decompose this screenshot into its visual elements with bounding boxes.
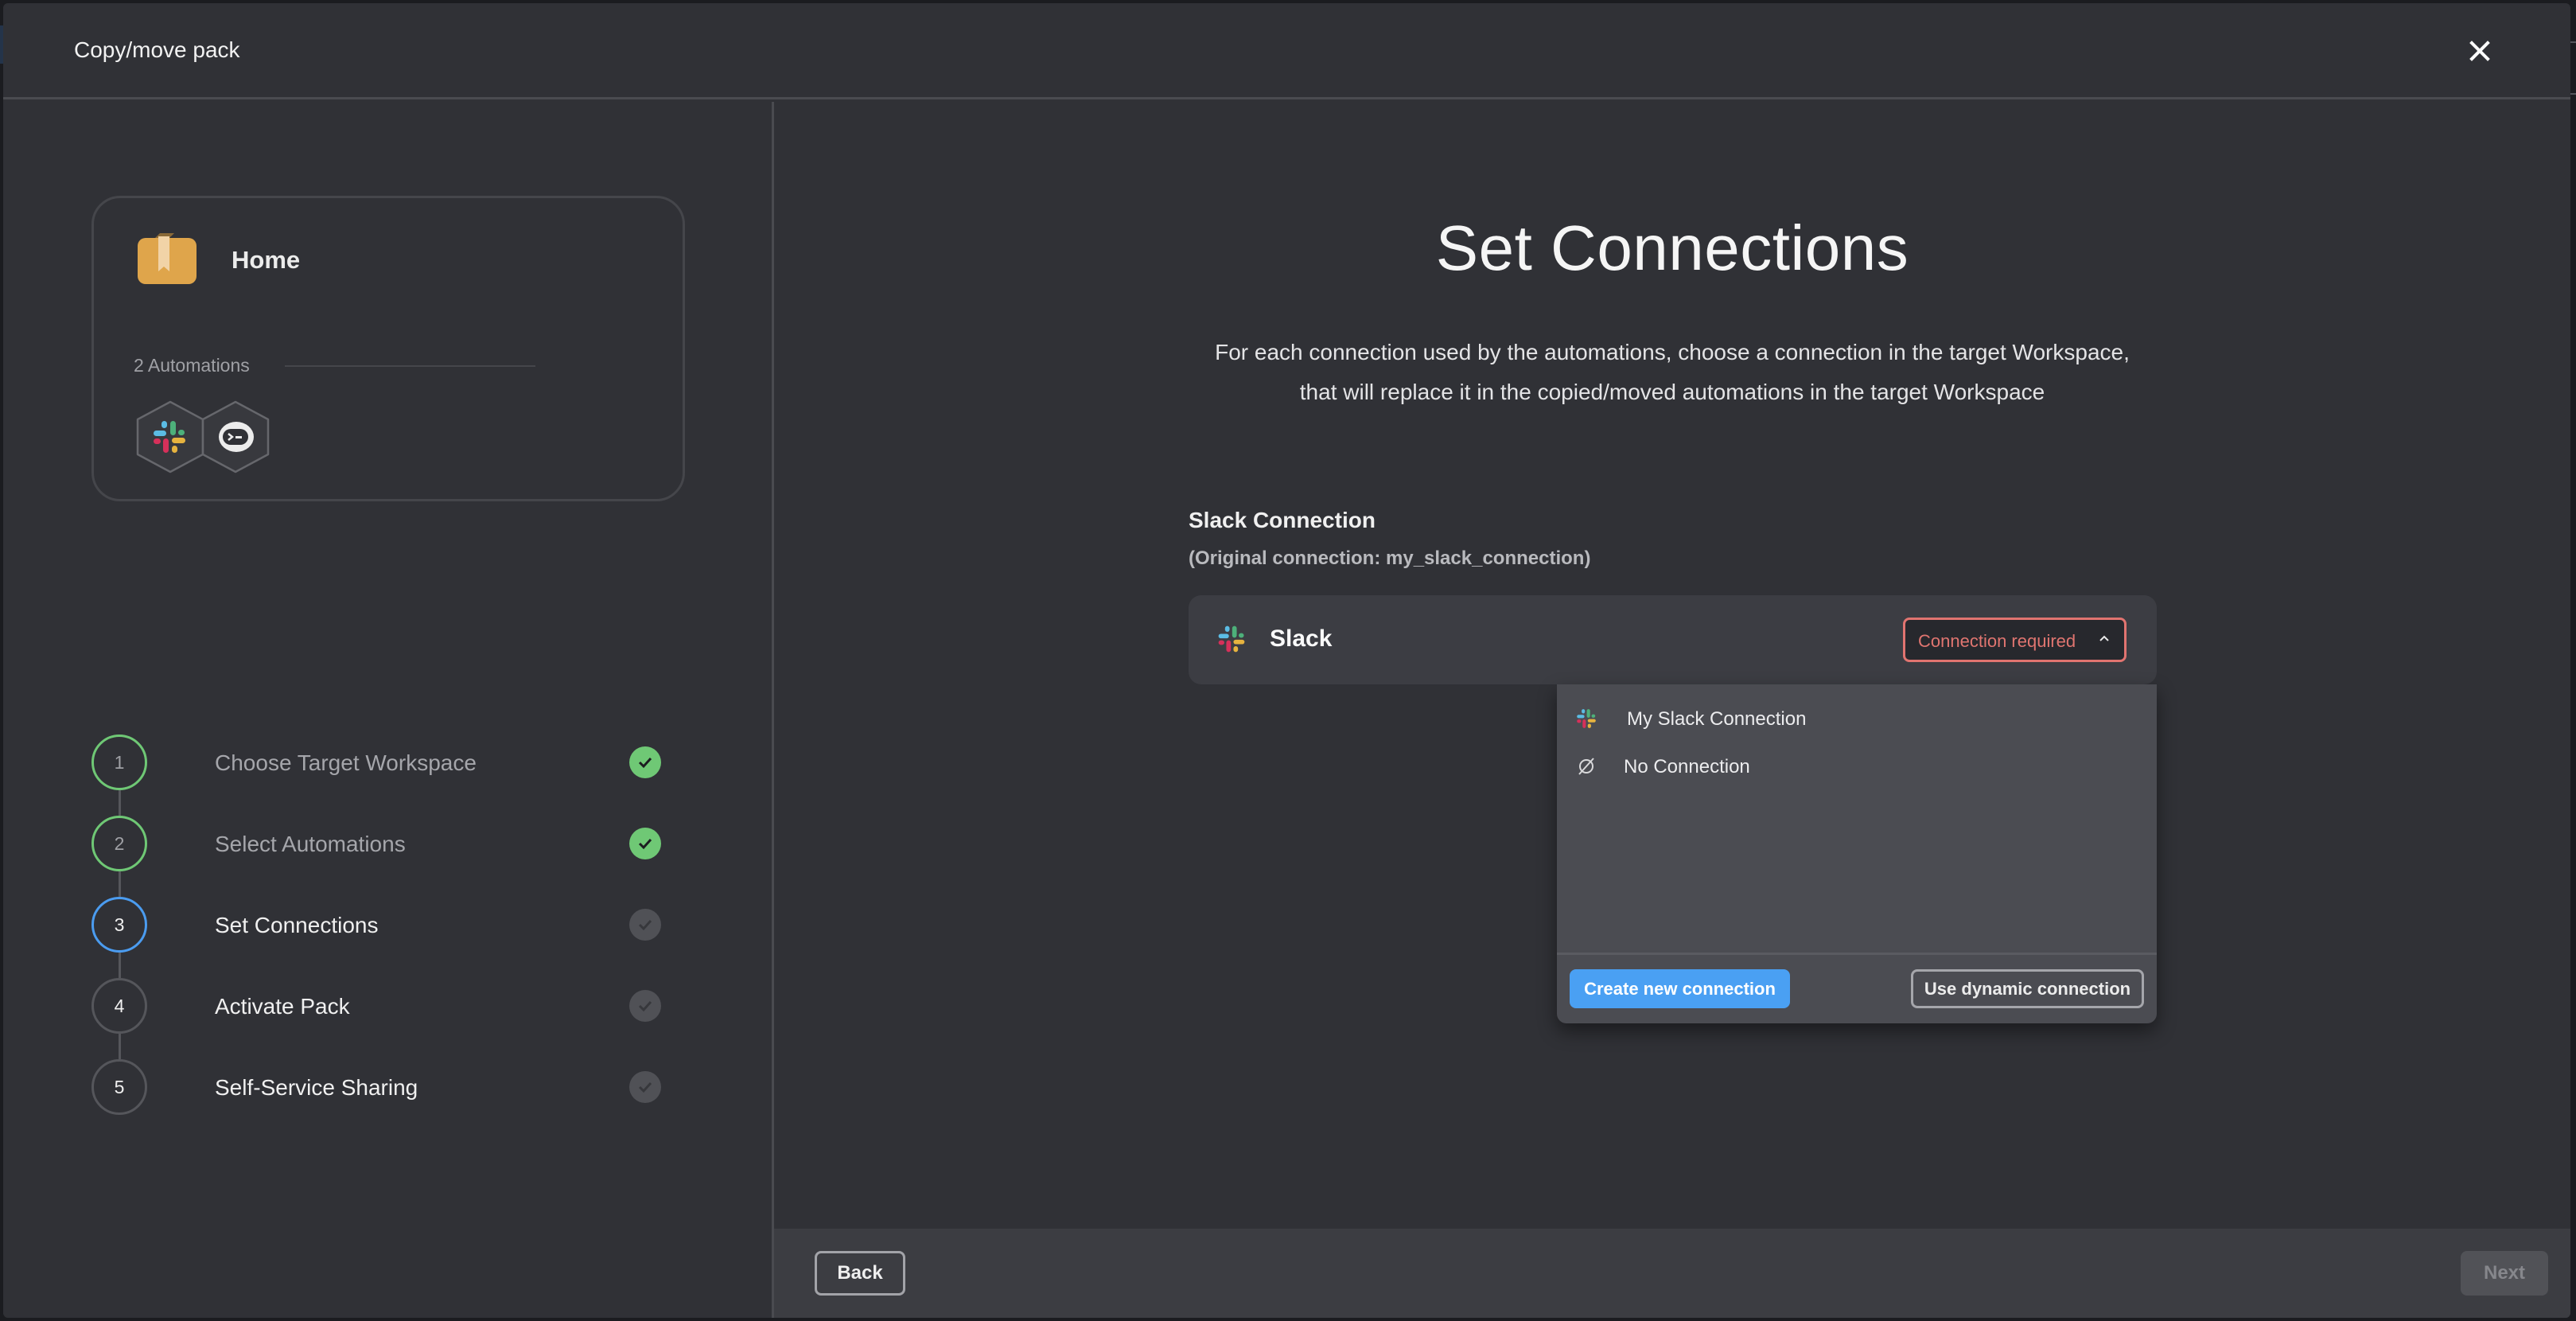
original-connection-label: (Original connection: my_slack_connectio… xyxy=(1189,547,1591,569)
check-icon xyxy=(629,990,661,1022)
step-label: Self-Service Sharing xyxy=(215,1075,418,1100)
description-line: For each connection used by the automati… xyxy=(1215,340,2130,364)
check-icon xyxy=(629,828,661,859)
description-line: that will replace it in the copied/moved… xyxy=(1299,380,2045,404)
connection-row: Slack Connection required xyxy=(1189,595,2157,684)
step-set-connections[interactable]: 3 Set Connections xyxy=(91,897,672,953)
service-name: Slack xyxy=(1270,625,1333,652)
check-icon xyxy=(629,909,661,941)
slack-icon xyxy=(154,421,185,453)
empty-set-icon xyxy=(1578,758,1594,775)
close-icon xyxy=(2469,41,2490,61)
check-icon xyxy=(629,1071,661,1103)
step-label: Select Automations xyxy=(215,832,406,856)
dropdown-divider xyxy=(1557,953,2157,955)
page-description: For each connection used by the automati… xyxy=(774,333,2570,412)
step-select-automations[interactable]: 2 Select Automations xyxy=(91,816,672,871)
automation-icons xyxy=(136,400,279,473)
wizard-content: Set Connections For each connection used… xyxy=(774,102,2570,1318)
step-number: 1 xyxy=(91,735,147,790)
step-connector xyxy=(119,790,121,816)
connection-select[interactable]: Connection required xyxy=(1903,618,2127,662)
modal-header: Copy/move pack xyxy=(3,3,2570,99)
wizard-sidebar: Home 2 Automations 1 Choose Target Works… xyxy=(3,102,772,1318)
connection-select-value: Connection required xyxy=(1918,631,2076,651)
option-label: My Slack Connection xyxy=(1627,708,1807,730)
page-title: Set Connections xyxy=(1435,212,1909,283)
pack-name: Home xyxy=(232,246,301,274)
background-app-divider xyxy=(2570,41,2576,43)
back-button[interactable]: Back xyxy=(815,1251,905,1296)
step-label: Choose Target Workspace xyxy=(215,750,477,775)
step-connector xyxy=(119,871,121,897)
step-self-service-sharing[interactable]: 5 Self-Service Sharing xyxy=(91,1059,672,1115)
terminal-bot-icon xyxy=(219,422,254,452)
step-number: 5 xyxy=(91,1059,147,1115)
modal-title: Copy/move pack xyxy=(74,37,240,62)
connection-section-title: Slack Connection xyxy=(1189,508,1376,532)
create-new-connection-button[interactable]: Create new connection xyxy=(1570,969,1790,1008)
automation-hex xyxy=(201,400,270,473)
check-icon xyxy=(629,746,661,778)
option-no-connection[interactable]: No Connection xyxy=(1576,751,2133,783)
step-label: Activate Pack xyxy=(215,994,350,1019)
chevron-up-icon xyxy=(2099,635,2109,641)
step-connector xyxy=(119,953,121,978)
step-activate-pack[interactable]: 4 Activate Pack xyxy=(91,978,672,1034)
step-label: Set Connections xyxy=(215,913,379,937)
copy-move-pack-modal: Copy/move pack Home 2 Automations 1 Choo… xyxy=(3,3,2570,1318)
option-my-slack-connection[interactable]: My Slack Connection xyxy=(1576,703,2133,735)
next-button[interactable]: Next xyxy=(2461,1251,2548,1296)
slack-icon xyxy=(1218,625,1245,653)
divider xyxy=(285,365,535,367)
close-button[interactable] xyxy=(2467,38,2492,64)
automation-count: 2 Automations xyxy=(134,355,250,376)
slack-icon xyxy=(1577,709,1596,728)
option-label: No Connection xyxy=(1624,756,1750,777)
automation-hex xyxy=(136,400,204,473)
step-number: 2 xyxy=(91,816,147,871)
pack-card: Home 2 Automations xyxy=(91,196,685,501)
connection-dropdown-menu: My Slack Connection No Connection Create… xyxy=(1557,684,2157,1023)
background-app-divider xyxy=(2570,93,2576,95)
pack-book-icon xyxy=(138,233,197,284)
step-number: 3 xyxy=(91,897,147,953)
step-choose-target-workspace[interactable]: 1 Choose Target Workspace xyxy=(91,735,672,790)
step-number: 4 xyxy=(91,978,147,1034)
step-connector xyxy=(119,1034,121,1059)
use-dynamic-connection-button[interactable]: Use dynamic connection xyxy=(1911,969,2144,1008)
wizard-footer: Back Next xyxy=(774,1229,2570,1318)
